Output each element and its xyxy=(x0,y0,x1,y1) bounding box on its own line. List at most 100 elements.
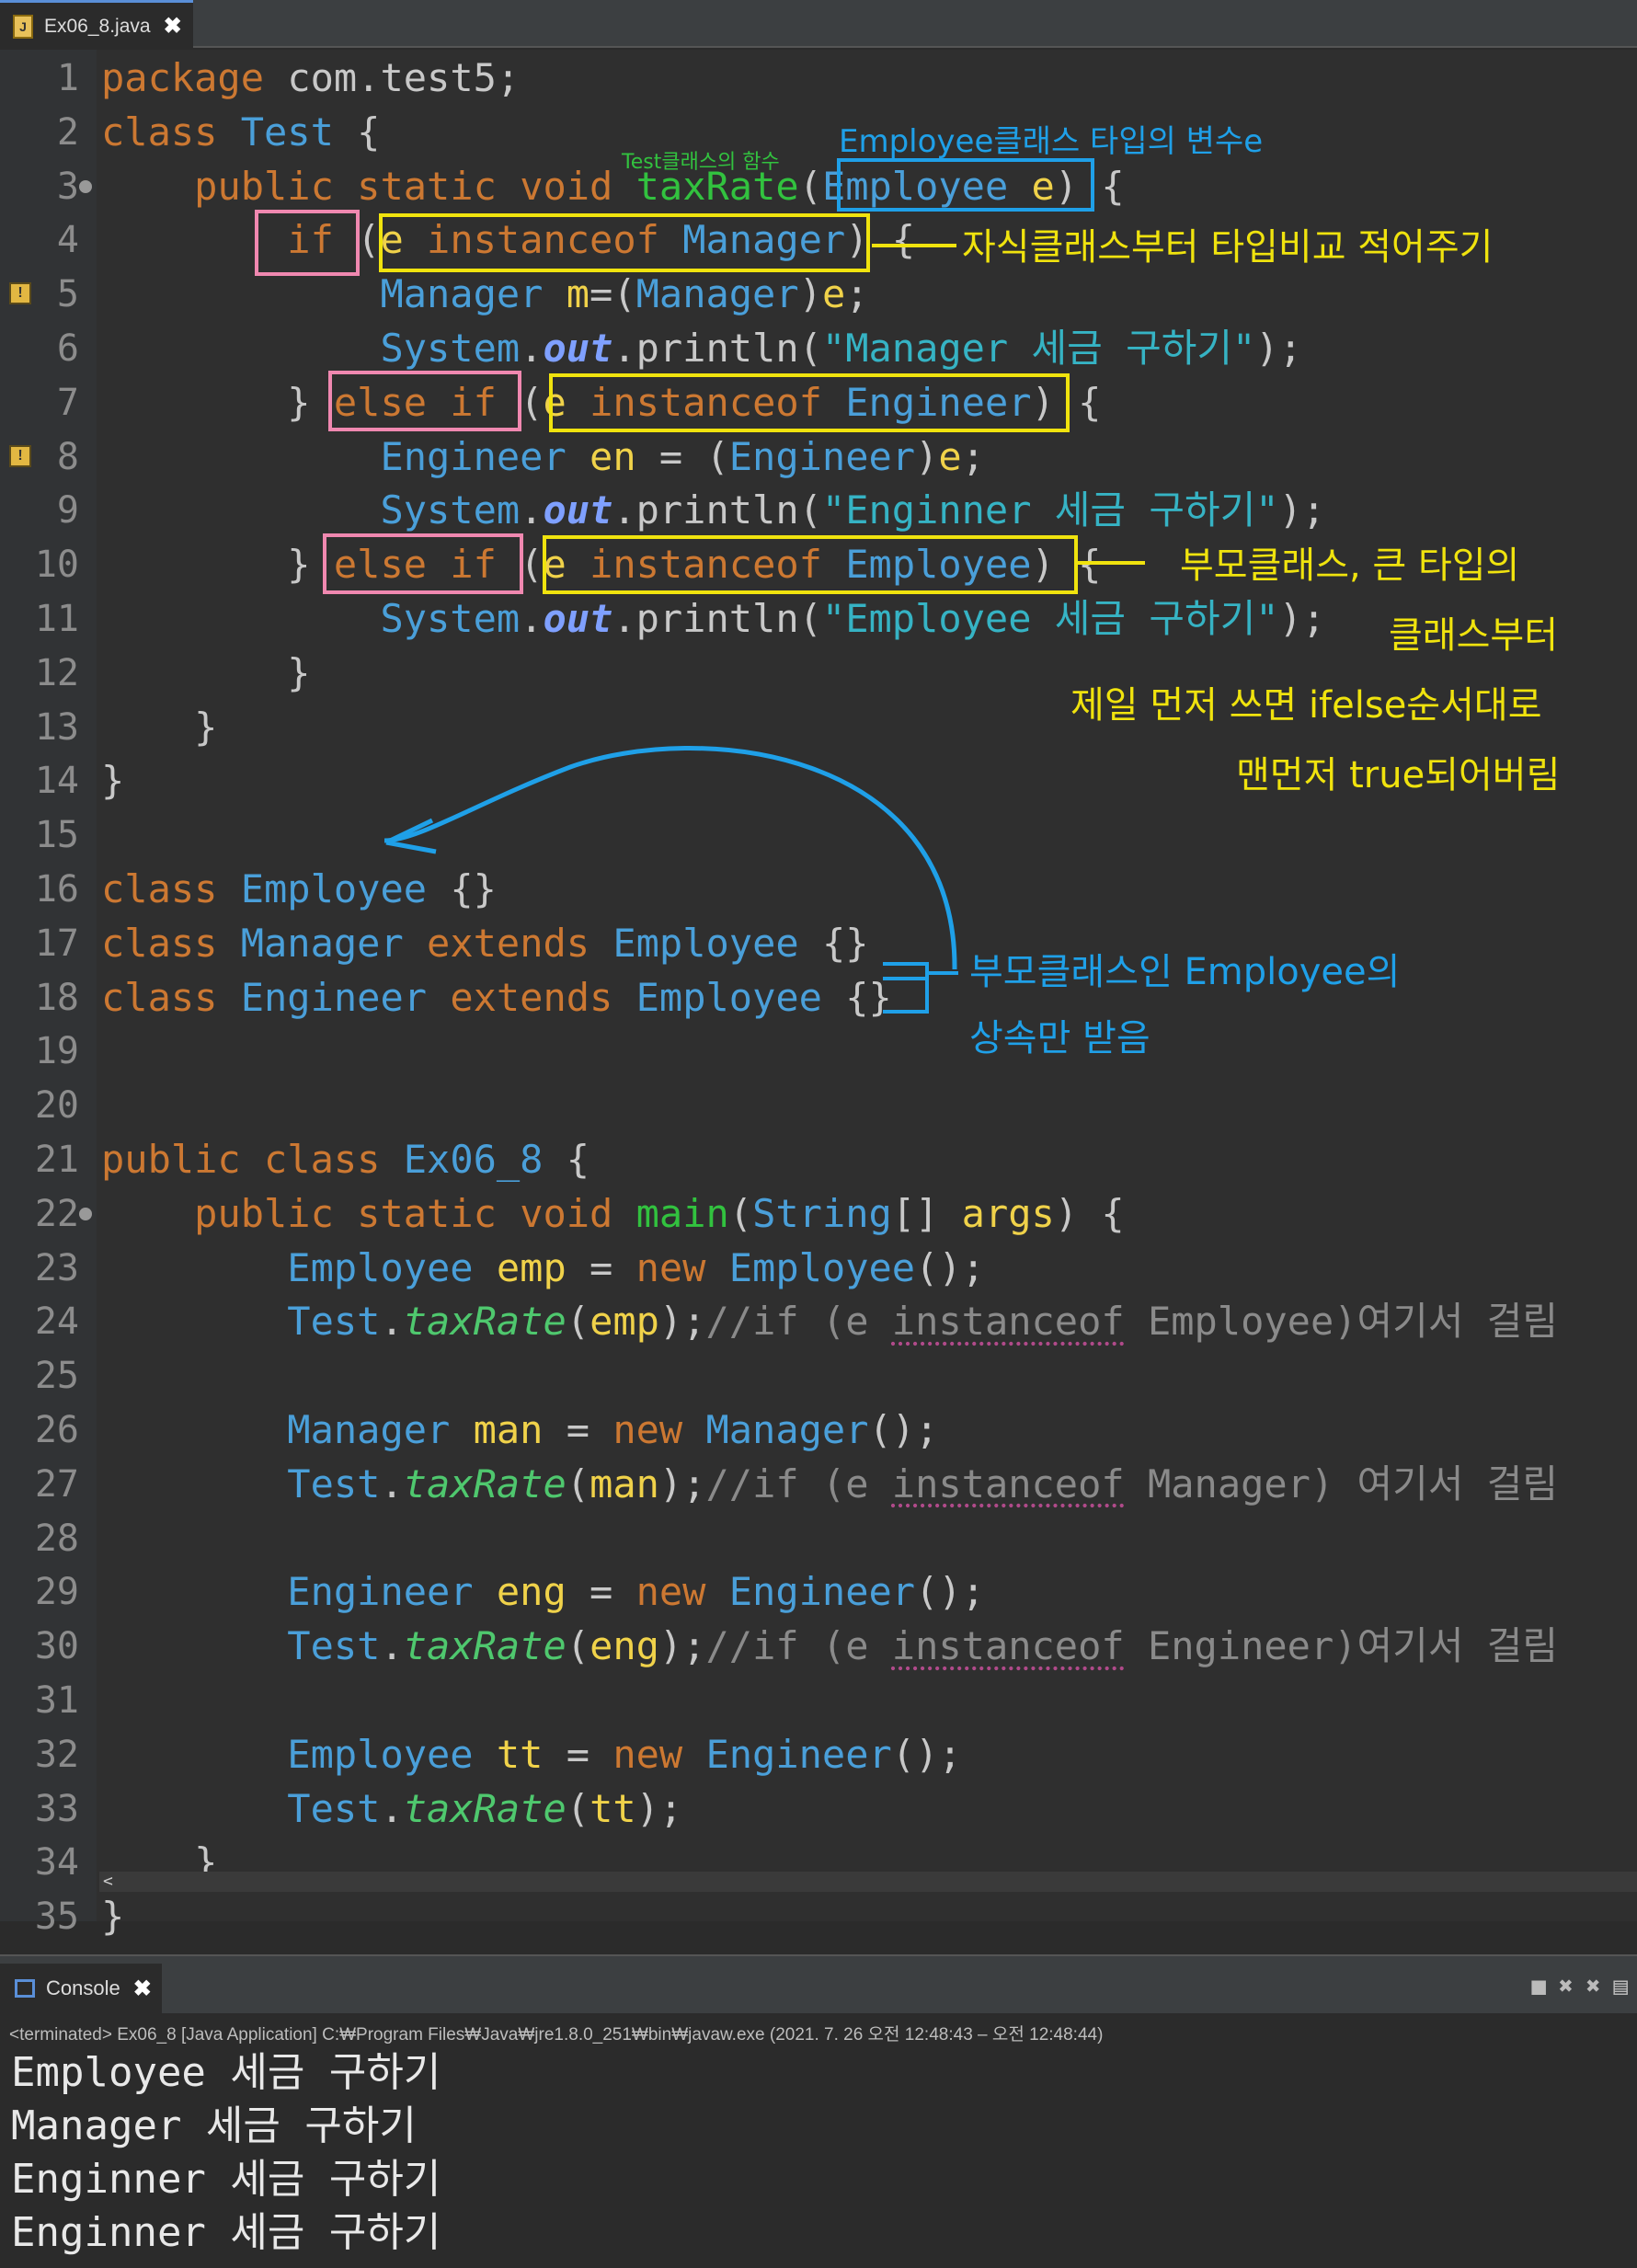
code-line[interactable]: 20 xyxy=(0,1079,1637,1132)
remove-launch-icon[interactable]: ✖ xyxy=(1559,1973,1574,2000)
code-line[interactable]: 1 package com.test5; xyxy=(0,52,1637,105)
clear-console-icon[interactable]: ▤ xyxy=(1613,1973,1628,2000)
code-text[interactable]: Engineer en = (Engineer)e; xyxy=(101,430,985,484)
code-line[interactable]: 30 Test.taxRate(eng);//if (e instanceof … xyxy=(0,1620,1637,1673)
line-number: 14 xyxy=(34,760,79,803)
line-number: 29 xyxy=(34,1571,79,1614)
code-line[interactable]: 25 xyxy=(0,1349,1637,1403)
remove-all-icon[interactable]: ✖ xyxy=(1586,1973,1601,2000)
code-line[interactable]: 31 xyxy=(0,1674,1637,1727)
line-number: 24 xyxy=(34,1300,79,1344)
console-tab-label: Console xyxy=(46,1976,120,1999)
console-header: Console ✖ ■ ✖ ✖ ▤ xyxy=(0,1956,1637,2013)
code-text[interactable]: } xyxy=(101,1890,124,1943)
code-text[interactable]: Employee tt = new Engineer(); xyxy=(101,1728,961,1781)
code-text[interactable]: Test.taxRate(emp);//if (e instanceof Emp… xyxy=(101,1295,1558,1348)
code-text[interactable]: Engineer eng = new Engineer(); xyxy=(101,1565,985,1619)
tab-ex06-8-java[interactable]: J Ex06_8.java ✖ xyxy=(0,0,193,50)
code-text[interactable]: package com.test5; xyxy=(101,52,520,105)
line-number: 9 xyxy=(56,489,79,533)
annotation-box-instanceof-employee xyxy=(543,535,1078,594)
code-line[interactable]: 3 public static void taxRate(Employee e)… xyxy=(0,160,1637,213)
console-panel: Console ✖ ■ ✖ ✖ ▤ <terminated> Ex06_8 [J… xyxy=(0,1954,1637,2268)
code-line[interactable]: 35} xyxy=(0,1890,1637,1943)
code-text[interactable]: Test.taxRate(eng);//if (e instanceof Eng… xyxy=(101,1620,1558,1673)
code-line[interactable]: 29 Engineer eng = new Engineer(); xyxy=(0,1565,1637,1619)
code-line[interactable]: 6 System.out.println("Manager 세금 구하기"); xyxy=(0,322,1637,375)
console-output-line: Employee 세금 구하기 xyxy=(11,2049,441,2096)
close-icon[interactable]: ✖ xyxy=(133,1976,152,2002)
code-text[interactable]: Test.taxRate(tt); xyxy=(101,1782,682,1836)
console-icon xyxy=(15,1979,35,1998)
code-text[interactable]: class Manager extends Employee {} xyxy=(101,917,869,970)
line-number: 2 xyxy=(56,110,79,154)
code-text[interactable]: System.out.println("Enginner 세금 구하기"); xyxy=(101,484,1325,537)
code-editor[interactable]: 1 package com.test5; 2 class Test {3 public… xyxy=(0,50,1637,1939)
line-number: 4 xyxy=(56,219,79,262)
annotation-inherit-note-2: 상속만 받음 xyxy=(969,1017,1150,1060)
console-status: <terminated> Ex06_8 [Java Application] C… xyxy=(9,2025,1104,2045)
console-toolbar: ■ ✖ ✖ ▤ xyxy=(1531,1973,1628,2000)
line-number: 16 xyxy=(34,868,79,911)
code-text[interactable]: class Engineer extends Employee {} xyxy=(101,971,892,1025)
code-line[interactable]: 8 Engineer en = (Engineer)e; xyxy=(0,430,1637,484)
annotation-parent-note-4: 맨먼저 true되어버림 xyxy=(1236,754,1561,796)
warning-icon[interactable]: ! xyxy=(9,444,31,467)
code-line[interactable]: 5 Manager m=(Manager)e; xyxy=(0,268,1637,321)
code-line[interactable]: 26 Manager man = new Manager(); xyxy=(0,1403,1637,1457)
tab-console[interactable]: Console ✖ xyxy=(0,1964,162,2013)
fold-icon[interactable] xyxy=(79,179,92,193)
line-number: 33 xyxy=(34,1787,79,1830)
code-text[interactable]: public class Ex06_8 { xyxy=(101,1133,590,1186)
line-number: 1 xyxy=(56,57,79,99)
code-text[interactable]: class Employee {} xyxy=(101,863,497,916)
line-number: 30 xyxy=(34,1625,79,1668)
code-line[interactable]: 15 xyxy=(0,808,1637,862)
code-text[interactable]: class Test { xyxy=(101,106,380,159)
code-line[interactable]: 19 xyxy=(0,1025,1637,1078)
code-line[interactable]: 16 class Employee {} xyxy=(0,863,1637,916)
line-number: 27 xyxy=(34,1462,79,1506)
code-line[interactable]: 2 class Test { xyxy=(0,106,1637,159)
line-number: 32 xyxy=(34,1733,79,1776)
line-number: 22 xyxy=(34,1192,79,1235)
code-text[interactable]: Manager m=(Manager)e; xyxy=(101,268,868,321)
annotation-box-if xyxy=(255,210,360,276)
line-number: 28 xyxy=(34,1517,79,1560)
code-text[interactable]: public static void main(String[] args) { xyxy=(101,1187,1125,1241)
code-line[interactable]: 27 Test.taxRate(man);//if (e instanceof … xyxy=(0,1458,1637,1511)
console-output-line: Enginner 세금 구하기 xyxy=(11,2209,441,2256)
annotation-box-instanceof-manager xyxy=(379,213,870,272)
line-number: 23 xyxy=(34,1246,79,1289)
code-text[interactable]: } xyxy=(101,701,217,754)
warning-icon[interactable]: ! xyxy=(9,282,31,305)
code-text[interactable]: } xyxy=(101,647,310,700)
line-number: 25 xyxy=(34,1355,79,1398)
code-line[interactable]: 23 Employee emp = new Employee(); xyxy=(0,1242,1637,1295)
code-line[interactable]: 28 xyxy=(0,1512,1637,1565)
annotation-parent-note-2: 클래스부터 xyxy=(1389,614,1558,657)
code-line[interactable]: 9 System.out.println("Enginner 세금 구하기"); xyxy=(0,484,1637,537)
line-number: 34 xyxy=(34,1841,79,1884)
close-icon[interactable]: ✖ xyxy=(164,13,182,40)
horizontal-scrollbar[interactable]: < xyxy=(99,1872,1637,1892)
line-number: 15 xyxy=(34,814,79,857)
code-text[interactable]: Manager man = new Manager(); xyxy=(101,1403,938,1457)
terminate-icon[interactable]: ■ xyxy=(1531,1973,1546,2000)
annotation-employee-variable: Employee클래스 타입의 변수e xyxy=(839,123,1264,160)
code-text[interactable]: Employee emp = new Employee(); xyxy=(101,1242,985,1295)
annotation-parent-note-1: 부모클래스, 큰 타입의 xyxy=(1180,544,1520,587)
code-line[interactable]: 24 Test.taxRate(emp);//if (e instanceof … xyxy=(0,1295,1637,1348)
annotation-test-function: Test클래스의 함수 xyxy=(622,151,780,174)
code-line[interactable]: 33 Test.taxRate(tt); xyxy=(0,1782,1637,1836)
code-line[interactable]: 22 public static void main(String[] args… xyxy=(0,1187,1637,1241)
code-line[interactable]: 21 public class Ex06_8 { xyxy=(0,1133,1637,1186)
code-text[interactable]: System.out.println("Employee 세금 구하기"); xyxy=(101,592,1325,646)
annotation-box-employee-param xyxy=(837,158,1094,212)
code-text[interactable]: Test.taxRate(man);//if (e instanceof Man… xyxy=(101,1458,1558,1511)
fold-icon[interactable] xyxy=(79,1207,92,1220)
code-text[interactable]: } xyxy=(101,754,124,808)
code-text[interactable]: System.out.println("Manager 세금 구하기"); xyxy=(101,322,1301,375)
code-line[interactable]: 32 Employee tt = new Engineer(); xyxy=(0,1728,1637,1781)
line-number: 12 xyxy=(34,651,79,694)
